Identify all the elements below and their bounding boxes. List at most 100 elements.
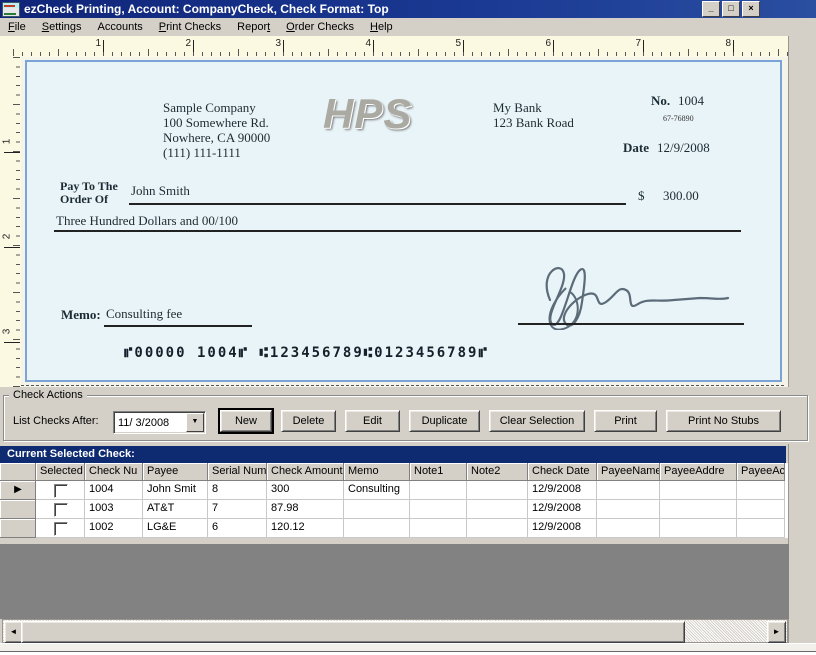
cell-check-nu[interactable]: 1003 [85,500,143,519]
print-button[interactable]: Print [594,410,657,432]
menu-item-print-checks[interactable]: Print Checks [151,19,229,35]
menu-item-file[interactable]: File [0,19,34,35]
amount-words: Three Hundred Dollars and 00/100 [56,213,238,228]
company-name: Sample Company [163,100,256,115]
new-button[interactable]: New [218,408,274,434]
cell-payee[interactable]: AT&T [143,500,208,519]
column-header-memo[interactable]: Memo [344,463,410,481]
cell-payeeaddre[interactable] [660,519,737,538]
scroll-right-icon[interactable]: ► [767,621,786,643]
column-header-selected[interactable]: Selected [36,463,85,481]
cell-payeeaddre[interactable] [660,481,737,500]
row-selector[interactable] [0,500,36,519]
cell-serial-num[interactable]: 6 [208,519,267,538]
scrollbar-thumb[interactable] [21,621,685,643]
row-selector[interactable]: ▶ [0,481,36,500]
cell-payeename[interactable] [597,481,660,500]
cell-serial-num[interactable]: 7 [208,500,267,519]
micr-line: ⑈00000 1004⑈ ⑆123456789⑆0123456789⑈ [124,345,489,361]
column-header-check-amount[interactable]: Check Amount [267,463,344,481]
grid-header: Selected Check Nu Payee Serial Num Check Amo… [0,463,788,481]
hruler-major-tick [643,40,644,56]
column-header-serial-num[interactable]: Serial Num [208,463,267,481]
cell-memo[interactable]: Consulting [344,481,410,500]
empty-area [0,544,789,619]
cell-check-nu[interactable]: 1002 [85,519,143,538]
company-logo: HPS [323,90,413,137]
payto-label-line2: Order Of [60,192,109,206]
menu-item-help[interactable]: Help [362,19,401,35]
status-bar [0,643,816,655]
row-checkbox[interactable] [53,503,68,517]
column-header-note1[interactable]: Note1 [410,463,467,481]
cell-note1[interactable] [410,500,467,519]
cell-note2[interactable] [467,519,528,538]
menu-item-settings[interactable]: Settings [34,19,90,35]
cell-note1[interactable] [410,481,467,500]
cell-payeeac[interactable] [737,519,785,538]
right-margin-strip [788,36,816,643]
column-header-payeename[interactable]: PayeeName [597,463,660,481]
cell-check-date[interactable]: 12/9/2008 [528,481,597,500]
selected-cell[interactable] [36,481,85,500]
cell-check-amount[interactable]: 87.98 [267,500,344,519]
table-row[interactable]: 1002 LG&E 6 120.12 12/9/2008 [0,519,788,538]
checks-grid: Selected Check Nu Payee Serial Num Check Amo… [0,463,788,538]
cell-note1[interactable] [410,519,467,538]
table-row[interactable]: 1003 AT&T 7 87.98 12/9/2008 [0,500,788,519]
delete-button[interactable]: Delete [281,410,336,432]
column-header-note2[interactable]: Note2 [467,463,528,481]
menu-item-order-checks[interactable]: Order Checks [278,19,362,35]
table-row[interactable]: ▶ 1004 John Smit 8 300 Consulting 12/9/2008 [0,481,788,500]
company-street: 100 Somewhere Rd. [163,115,269,130]
minimize-button[interactable]: _ [702,1,720,17]
hruler-major-tick [103,40,104,56]
row-selector[interactable] [0,519,36,538]
cell-check-date[interactable]: 12/9/2008 [528,500,597,519]
cell-check-nu[interactable]: 1004 [85,481,143,500]
grid-body: ▶ 1004 John Smit 8 300 Consulting 12/9/2008 100… [0,481,788,538]
selected-cell[interactable] [36,500,85,519]
window-controls: _ □ × [702,1,816,17]
column-header-check-nu[interactable]: Check Nu [85,463,143,481]
cell-note2[interactable] [467,500,528,519]
cell-payee[interactable]: LG&E [143,519,208,538]
page-boundary-dash [21,385,784,386]
vruler-major-tick [4,152,20,153]
cell-payee[interactable]: John Smit [143,481,208,500]
cell-payeeac[interactable] [737,481,785,500]
cell-check-date[interactable]: 12/9/2008 [528,519,597,538]
selected-cell[interactable] [36,519,85,538]
hruler-number: 8 [725,38,731,49]
duplicate-button[interactable]: Duplicate [409,410,480,432]
cell-check-amount[interactable]: 120.12 [267,519,344,538]
close-button[interactable]: × [742,1,760,17]
cell-memo[interactable] [344,500,410,519]
cell-note2[interactable] [467,481,528,500]
horizontal-scrollbar[interactable]: ◄ ► [2,619,788,643]
cell-serial-num[interactable]: 8 [208,481,267,500]
cell-payeename[interactable] [597,500,660,519]
cell-check-amount[interactable]: 300 [267,481,344,500]
restore-button[interactable]: □ [722,1,740,17]
column-header-payee[interactable]: Payee [143,463,208,481]
amount-value: 300.00 [663,188,699,203]
column-header-check-date[interactable]: Check Date [528,463,597,481]
print-no-stubs-button[interactable]: Print No Stubs [666,410,781,432]
menu-item-report[interactable]: Report [229,19,278,35]
edit-button[interactable]: Edit [345,410,400,432]
cell-payeeaddre[interactable] [660,500,737,519]
cell-payeename[interactable] [597,519,660,538]
chevron-down-icon[interactable]: ▼ [186,413,204,432]
cell-memo[interactable] [344,519,410,538]
dollar-sign: $ [638,188,645,203]
row-checkbox[interactable] [53,522,68,536]
clear-selection-button[interactable]: Clear Selection [489,410,585,432]
cell-payeeac[interactable] [737,500,785,519]
column-header-payeeaddre[interactable]: PayeeAddre [660,463,737,481]
row-checkbox[interactable] [53,484,68,498]
menu-item-accounts[interactable]: Accounts [90,19,151,35]
column-header-payeeac[interactable]: PayeeAc [737,463,785,481]
date-filter-value: 11/ 3/2008 [118,416,170,429]
date-filter-combobox[interactable]: 11/ 3/2008 ▼ [113,411,206,434]
